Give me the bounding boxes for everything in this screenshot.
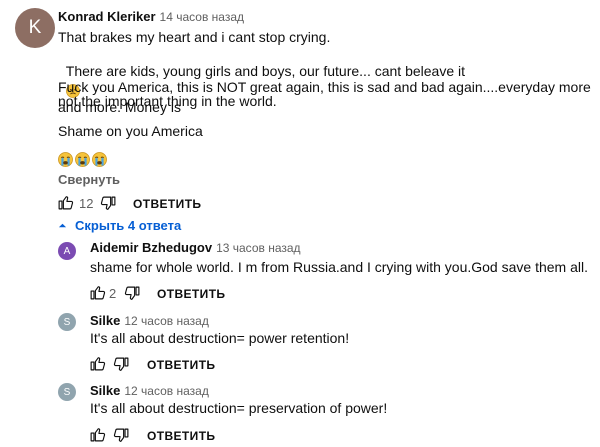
crying-emoji-row — [58, 152, 107, 167]
reply-avatar[interactable]: S — [58, 383, 76, 401]
reply-header: Silke 12 часов назад — [90, 313, 209, 328]
like-button[interactable] — [89, 284, 106, 301]
thumb-up-icon — [90, 357, 106, 371]
comment-header: Konrad Kleriker 14 часов назад — [58, 9, 244, 24]
comment-line-4: not the important thing in the world. — [58, 93, 277, 109]
reply-button[interactable]: ОТВЕТИТЬ — [133, 197, 201, 211]
reply-author[interactable]: Silke — [90, 313, 120, 328]
reply-author[interactable]: Aidemir Bzhedugov — [90, 240, 212, 255]
avatar-letter: S — [63, 386, 71, 398]
like-count: 12 — [79, 196, 94, 211]
dislike-button[interactable] — [113, 356, 130, 373]
hide-replies-label: Скрыть 4 ответа — [75, 218, 182, 233]
reply-text: It's all about destruction= power retent… — [90, 330, 350, 346]
crying-emoji-icon — [92, 152, 107, 167]
avatar-letter: S — [63, 316, 71, 328]
comment-line-5: Shame on you America — [58, 123, 203, 139]
like-button[interactable] — [89, 426, 106, 443]
reply-header: Silke 12 часов назад — [90, 383, 209, 398]
comment-time[interactable]: 14 часов назад — [160, 10, 244, 24]
dislike-button[interactable] — [124, 285, 141, 302]
reply-avatar[interactable]: S — [58, 313, 76, 331]
dislike-button[interactable] — [100, 195, 117, 212]
crying-emoji-icon — [75, 152, 90, 167]
like-button[interactable] — [89, 355, 106, 372]
dislike-button[interactable] — [113, 427, 130, 444]
thumb-up-icon — [90, 428, 106, 442]
reply-text: It's all about destruction= preservation… — [90, 400, 388, 416]
reply-author[interactable]: Silke — [90, 383, 120, 398]
thumb-up-icon — [58, 196, 74, 210]
avatar-letter: K — [28, 17, 42, 38]
thumb-down-icon — [113, 357, 129, 371]
crying-emoji-icon — [58, 152, 73, 167]
reply-time[interactable]: 12 часов назад — [124, 384, 208, 398]
reply-time[interactable]: 12 часов назад — [124, 314, 208, 328]
thumb-down-icon — [124, 286, 140, 300]
hide-replies-button[interactable]: Скрыть 4 ответа — [58, 218, 181, 233]
thumb-down-icon — [100, 196, 116, 210]
like-button[interactable] — [57, 194, 74, 211]
like-count: 2 — [109, 286, 117, 301]
reply-time[interactable]: 13 часов назад — [216, 241, 300, 255]
comment-author[interactable]: Konrad Kleriker — [58, 9, 156, 24]
avatar-letter: A — [63, 245, 71, 257]
reply-avatar[interactable]: A — [58, 242, 76, 260]
reply-button[interactable]: ОТВЕТИТЬ — [157, 287, 225, 301]
collapse-link[interactable]: Свернуть — [58, 172, 120, 187]
thumb-down-icon — [113, 428, 129, 442]
chevron-up-icon — [58, 223, 67, 228]
reply-header: Aidemir Bzhedugov 13 часов назад — [90, 240, 301, 255]
thumb-up-icon — [90, 286, 106, 300]
avatar[interactable]: K — [15, 8, 55, 48]
reply-button[interactable]: ОТВЕТИТЬ — [147, 358, 215, 372]
reply-text: shame for whole world. I m from Russia.a… — [90, 259, 588, 275]
reply-button[interactable]: ОТВЕТИТЬ — [147, 429, 215, 443]
